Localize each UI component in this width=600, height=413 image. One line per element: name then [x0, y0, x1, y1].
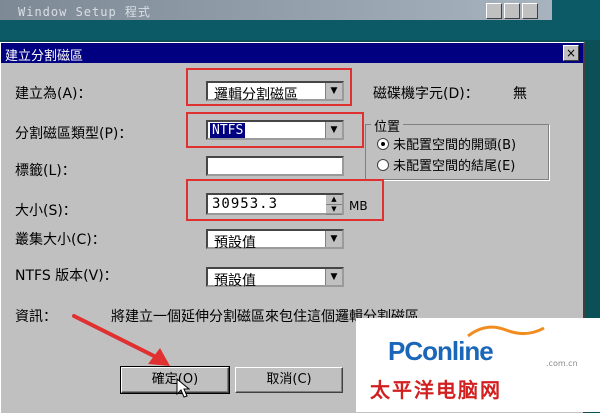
- cluster-size-label: 叢集大小(C)：: [15, 232, 106, 248]
- watermark-chinese: 太平洋电脑网: [370, 378, 502, 402]
- partition-type-label: 分割磁區類型(P)：: [15, 126, 133, 142]
- highlight-create-as: [186, 68, 352, 106]
- volume-label-label: 標籤(L)：: [15, 163, 76, 179]
- ntfs-version-select[interactable]: 預設值 ▼: [206, 267, 344, 289]
- dialog-title: 建立分割磁區: [5, 49, 84, 64]
- highlight-partition-type: [186, 112, 364, 148]
- drive-letter-label: 磁碟機字元(D)：: [373, 86, 479, 102]
- cluster-size-select[interactable]: 預設值 ▼: [206, 229, 344, 251]
- pconline-watermark: PConline .com.cn 太平洋电脑网: [356, 318, 600, 412]
- chevron-down-icon[interactable]: ▼: [325, 231, 342, 247]
- radio-end-of-unallocated[interactable]: 未配置空間的結尾(E): [377, 155, 515, 174]
- position-group-title: 位置: [371, 116, 404, 135]
- watermark-domain: .com.cn: [546, 359, 578, 368]
- radio-start-label: 未配置空間的開頭(B): [393, 138, 517, 153]
- cancel-button[interactable]: 取消(C): [235, 367, 343, 393]
- background-close-icon[interactable]: [522, 3, 538, 19]
- background-window-titlebar: Window Setup 程式: [0, 0, 552, 20]
- ntfs-version-value: 預設值: [214, 273, 256, 289]
- volume-label-input[interactable]: [206, 156, 344, 176]
- cluster-size-value: 預設值: [214, 235, 256, 251]
- mouse-cursor-icon: [176, 378, 190, 398]
- drive-letter-value: 無: [513, 86, 527, 102]
- radio-end-label: 未配置空間的結尾(E): [393, 159, 516, 174]
- annotation-arrow-icon: [72, 314, 170, 366]
- watermark-brand: PConline: [388, 336, 494, 366]
- radio-checked-icon: [377, 138, 389, 150]
- highlight-size: [186, 179, 384, 221]
- size-label: 大小(S)：: [15, 203, 77, 219]
- create-as-label: 建立為(A)：: [15, 86, 92, 102]
- close-icon[interactable]: ×: [563, 45, 579, 61]
- minimize-icon[interactable]: [486, 3, 502, 19]
- radio-start-of-unallocated[interactable]: 未配置空間的開頭(B): [377, 134, 516, 153]
- info-label: 資訊：: [15, 309, 57, 325]
- maximize-icon[interactable]: [504, 3, 520, 19]
- background-window-title: Window Setup 程式: [18, 5, 151, 19]
- radio-unchecked-icon: [377, 159, 389, 171]
- dialog-titlebar: 建立分割磁區 ×: [1, 43, 583, 64]
- ntfs-version-label: NTFS 版本(V)：: [15, 268, 118, 284]
- chevron-down-icon[interactable]: ▼: [325, 269, 342, 285]
